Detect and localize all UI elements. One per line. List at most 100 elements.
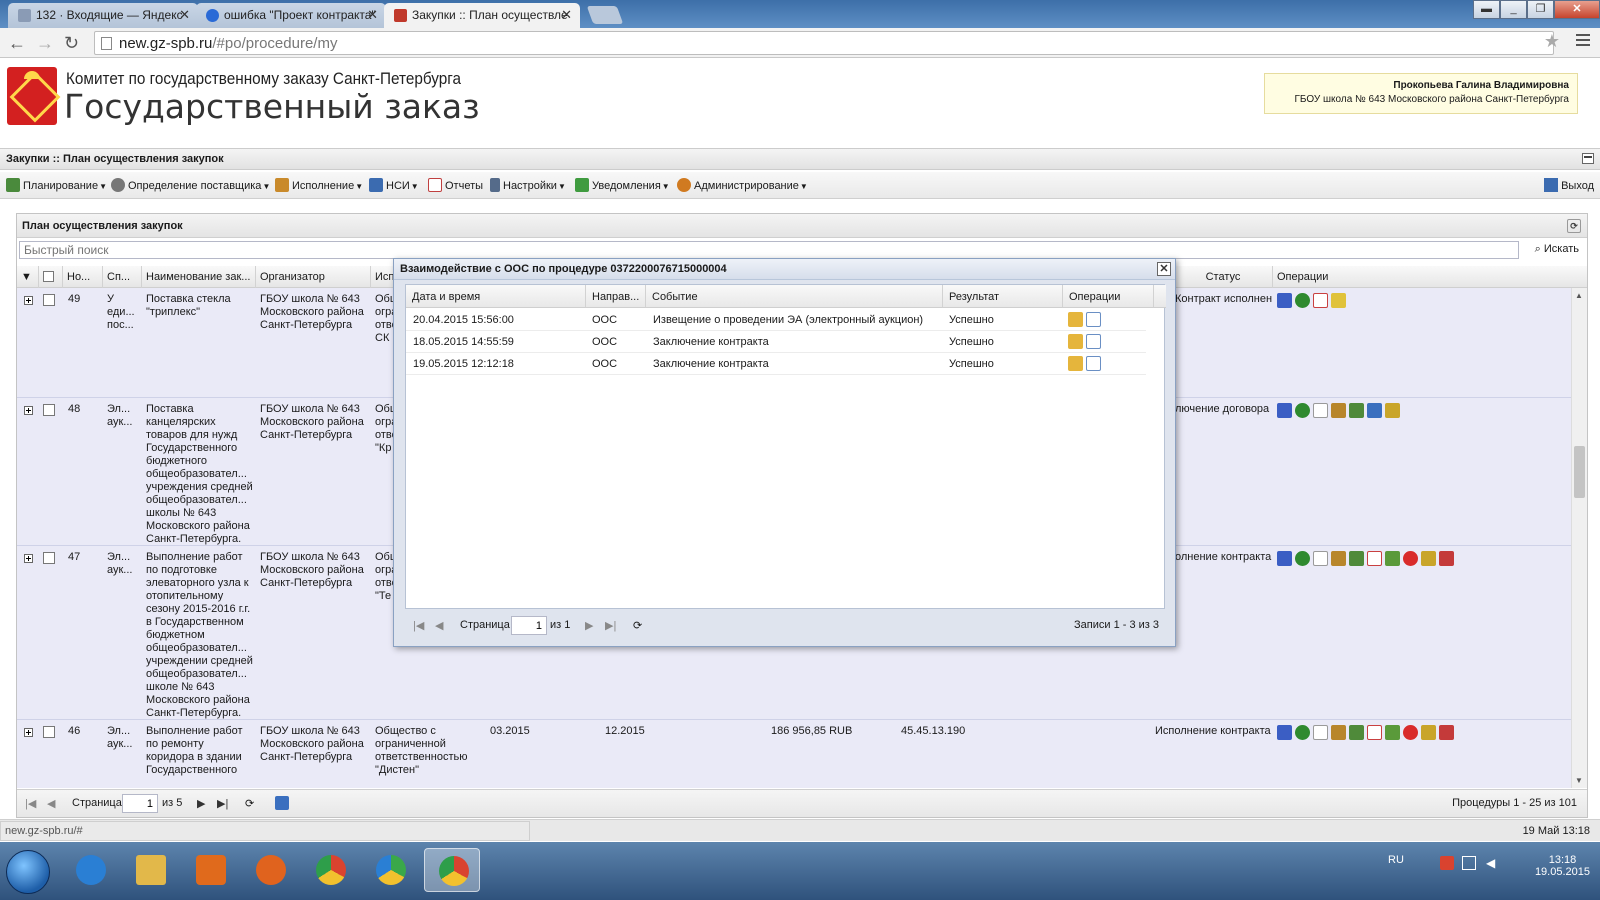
language-indicator[interactable]: RU: [1388, 854, 1404, 866]
package-icon[interactable]: [1068, 334, 1083, 349]
chart-icon[interactable]: [1277, 725, 1292, 740]
minimize-icon[interactable]: _: [1500, 0, 1527, 19]
report-icon[interactable]: [1367, 551, 1382, 566]
close-window-icon[interactable]: ✕: [1554, 0, 1600, 19]
last-page-icon[interactable]: ▶|: [605, 619, 616, 632]
edit-document-icon[interactable]: [1086, 312, 1101, 327]
users-icon[interactable]: [1439, 551, 1454, 566]
scroll-up-icon[interactable]: ▲: [1575, 291, 1583, 300]
eagle-icon[interactable]: [1331, 551, 1346, 566]
save-icon[interactable]: [1367, 403, 1382, 418]
taskbar-app-active[interactable]: [424, 848, 480, 892]
edit-document-icon[interactable]: [1086, 356, 1101, 371]
stop-icon[interactable]: [1403, 725, 1418, 740]
chart-icon[interactable]: [1277, 551, 1292, 566]
save-icon[interactable]: [275, 796, 289, 810]
col-number[interactable]: Но...: [63, 266, 103, 288]
gears-icon[interactable]: [1295, 293, 1310, 308]
menu-notifications[interactable]: Уведомления▼: [575, 178, 670, 192]
table-row[interactable]: 46 Эл... аук... Выполнение работ по ремо…: [17, 720, 1571, 788]
row-checkbox[interactable]: [43, 552, 55, 564]
tab-close-icon[interactable]: ✕: [367, 7, 378, 23]
refresh-icon[interactable]: ⟳: [633, 619, 642, 632]
edit-icon[interactable]: [1385, 725, 1400, 740]
coins-icon[interactable]: [1331, 293, 1346, 308]
document-icon[interactable]: [1313, 551, 1328, 566]
coins-icon[interactable]: [1421, 725, 1436, 740]
menu-planning[interactable]: Планирование▼: [6, 178, 107, 192]
row-checkbox[interactable]: [43, 294, 55, 306]
browser-tab-error[interactable]: ошибка "Проект контракта" ✕: [196, 3, 386, 28]
interaction-row[interactable]: 20.04.2015 15:56:00 ООС Извещение о пров…: [406, 309, 1146, 331]
document-icon[interactable]: [1313, 403, 1328, 418]
contract-icon[interactable]: [1349, 403, 1364, 418]
col-event[interactable]: Событие: [646, 285, 943, 308]
search-button[interactable]: ⌕ Искать: [1535, 243, 1579, 256]
gears-icon[interactable]: [1295, 551, 1310, 566]
page-number-input[interactable]: [122, 794, 158, 813]
chart-icon[interactable]: [1277, 293, 1292, 308]
expand-row-icon[interactable]: [24, 406, 33, 415]
menu-execution[interactable]: Исполнение▼: [275, 178, 363, 192]
start-button-icon[interactable]: [6, 850, 50, 894]
coins-icon[interactable]: [1421, 551, 1436, 566]
menu-settings[interactable]: Настройки▼: [490, 178, 566, 192]
interaction-row[interactable]: 18.05.2015 14:55:59 ООС Заключение контр…: [406, 331, 1146, 353]
users-icon[interactable]: [1439, 725, 1454, 740]
network-icon[interactable]: [1462, 856, 1476, 870]
col-operations[interactable]: Операции: [1273, 266, 1571, 288]
last-page-icon[interactable]: ▶|: [217, 797, 228, 810]
reload-icon[interactable]: ↻: [64, 33, 79, 54]
tab-close-icon[interactable]: ✕: [561, 7, 572, 23]
browser-menu-icon[interactable]: [1576, 34, 1590, 48]
back-icon[interactable]: ←: [8, 33, 26, 54]
menu-nsi[interactable]: НСИ▼: [369, 178, 419, 192]
user-icon[interactable]: ▬: [1473, 0, 1500, 19]
col-method[interactable]: Сп...: [103, 266, 142, 288]
col-organizer[interactable]: Организатор: [256, 266, 371, 288]
flag-icon[interactable]: [1440, 856, 1454, 870]
scroll-thumb[interactable]: [1574, 446, 1585, 498]
contract-icon[interactable]: [1349, 725, 1364, 740]
eagle-icon[interactable]: [1331, 725, 1346, 740]
taskbar-app[interactable]: [362, 848, 418, 892]
first-page-icon[interactable]: |◀: [25, 797, 36, 810]
col-direction[interactable]: Направ...: [586, 285, 646, 308]
taskbar-app[interactable]: [182, 848, 238, 892]
next-page-icon[interactable]: ▶: [585, 619, 593, 632]
coins-icon[interactable]: [1385, 403, 1400, 418]
col-status[interactable]: Статус: [1174, 266, 1273, 288]
document-icon[interactable]: [1313, 293, 1328, 308]
row-checkbox[interactable]: [43, 404, 55, 416]
package-icon[interactable]: [1068, 356, 1083, 371]
filter-icon[interactable]: ▼: [17, 266, 39, 288]
col-result[interactable]: Результат: [943, 285, 1063, 308]
col-operations[interactable]: Операции: [1063, 285, 1154, 308]
next-page-icon[interactable]: ▶: [197, 797, 205, 810]
chart-icon[interactable]: [1277, 403, 1292, 418]
menu-supplier[interactable]: Определение поставщика▼: [111, 178, 270, 192]
tab-close-icon[interactable]: ✕: [179, 7, 190, 23]
eagle-icon[interactable]: [1331, 403, 1346, 418]
prev-page-icon[interactable]: ◀: [47, 797, 55, 810]
edit-icon[interactable]: [1385, 551, 1400, 566]
close-icon[interactable]: ✕: [1157, 262, 1171, 276]
grid-scrollbar[interactable]: ▲ ▼: [1571, 288, 1587, 788]
refresh-icon[interactable]: ⟳: [245, 797, 254, 810]
exit-button[interactable]: Выход: [1544, 178, 1594, 192]
quick-search-input[interactable]: [19, 241, 1519, 259]
expand-row-icon[interactable]: [24, 728, 33, 737]
interaction-row[interactable]: 19.05.2015 12:12:18 ООС Заключение контр…: [406, 353, 1146, 375]
taskbar-app[interactable]: [242, 848, 298, 892]
package-icon[interactable]: [1068, 312, 1083, 327]
document-icon[interactable]: [1313, 725, 1328, 740]
browser-tab-mail[interactable]: 132 · Входящие — Яндекс ✕: [8, 3, 198, 28]
row-checkbox[interactable]: [43, 726, 55, 738]
select-all-checkbox[interactable]: [39, 266, 63, 288]
panel-refresh-icon[interactable]: ⟳: [1567, 219, 1581, 233]
taskbar-app[interactable]: [62, 848, 118, 892]
contract-icon[interactable]: [1349, 551, 1364, 566]
taskbar-app[interactable]: [302, 848, 358, 892]
new-tab-button[interactable]: [586, 6, 624, 24]
bookmark-star-icon[interactable]: ★: [1544, 31, 1560, 52]
